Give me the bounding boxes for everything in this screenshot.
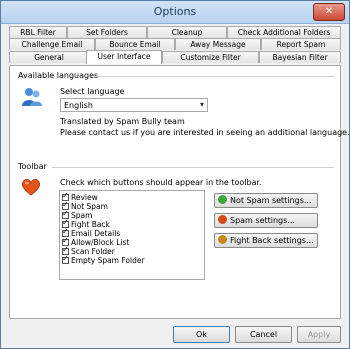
language-select[interactable]: English ▾: [60, 98, 208, 112]
translated-by-text: Translated by Spam Bully team: [60, 117, 185, 126]
tab-user-interface[interactable]: User Interface: [86, 50, 162, 64]
spam-settings-button[interactable]: Spam settings...: [214, 213, 318, 228]
tab-rbl-filter[interactable]: RBL Filter: [9, 26, 67, 38]
fight-back-settings-button[interactable]: Fight Back settings...: [214, 233, 318, 248]
title-bar[interactable]: Options ✕: [1, 1, 349, 24]
window-title: Options: [153, 5, 197, 18]
contact-note-text: Please contact us if you are interested …: [60, 128, 350, 137]
list-item[interactable]: Scan Folder: [62, 245, 115, 256]
spam-icon: [218, 215, 227, 224]
list-item-label: Email Details: [71, 229, 121, 238]
tab-challenge-email[interactable]: Challenge Email: [9, 38, 95, 50]
fight-back-settings-label: Fight Back settings...: [230, 236, 314, 245]
tab-bayesian-filter[interactable]: Bayesian Filter: [259, 51, 341, 63]
select-language-label: Select language: [60, 87, 125, 96]
toolbar-divider: [52, 167, 334, 168]
checkbox-empty-spam-folder[interactable]: [62, 254, 69, 264]
language-select-value: English: [64, 101, 93, 110]
list-item-label: Scan Folder: [71, 247, 115, 256]
list-item[interactable]: Email Details: [62, 227, 121, 238]
heart-icon: [21, 179, 41, 196]
apply-button[interactable]: Apply: [297, 326, 341, 343]
not-spam-settings-button[interactable]: Not Spam settings...: [214, 193, 318, 208]
user-interface-panel: Available languages Select language Engl…: [9, 65, 350, 319]
not-spam-settings-label: Not Spam settings...: [230, 196, 312, 205]
tab-bounce-email[interactable]: Bounce Email: [95, 38, 175, 50]
list-item[interactable]: Allow/Block List: [62, 236, 130, 247]
cancel-button[interactable]: Cancel: [235, 326, 292, 343]
chevron-down-icon: ▾: [199, 100, 204, 109]
tab-general[interactable]: General: [9, 51, 89, 63]
spam-settings-label: Spam settings...: [230, 216, 295, 225]
list-item-label: Fight Back: [71, 220, 110, 229]
list-item[interactable]: Empty Spam Folder: [62, 254, 145, 265]
toolbar-section-title: Toolbar: [18, 162, 47, 171]
not-spam-icon: [218, 195, 227, 204]
tab-check-additional-folders[interactable]: Check Additional Folders: [227, 26, 341, 38]
tab-report-spam[interactable]: Report Spam: [261, 38, 341, 50]
list-item[interactable]: Not Spam: [62, 200, 108, 211]
languages-section-title: Available languages: [18, 71, 99, 80]
tab-customize-filter[interactable]: Customize Filter: [162, 51, 259, 63]
toolbar-buttons-list[interactable]: Review Not Spam Spam Fight Back Email De…: [59, 190, 205, 280]
toolbar-instruction: Check which buttons should appear in the…: [60, 178, 262, 187]
list-item-label: Not Spam: [71, 202, 108, 211]
list-item[interactable]: Fight Back: [62, 218, 110, 229]
list-item-label: Empty Spam Folder: [71, 256, 145, 265]
languages-divider: [94, 76, 334, 77]
tab-set-folders[interactable]: Set Folders: [67, 26, 147, 38]
list-item-label: Allow/Block List: [71, 238, 130, 247]
list-item-label: Review: [71, 193, 98, 202]
options-dialog: Options ✕ RBL Filter Set Folders Cleanup…: [0, 0, 350, 349]
tab-cleanup[interactable]: Cleanup: [147, 26, 227, 38]
close-button[interactable]: ✕: [313, 3, 345, 21]
ok-button[interactable]: Ok: [173, 326, 230, 343]
list-item-label: Spam: [71, 211, 93, 220]
tab-away-message[interactable]: Away Message: [175, 38, 261, 50]
people-icon: [22, 88, 42, 106]
fight-back-icon: [218, 235, 227, 244]
